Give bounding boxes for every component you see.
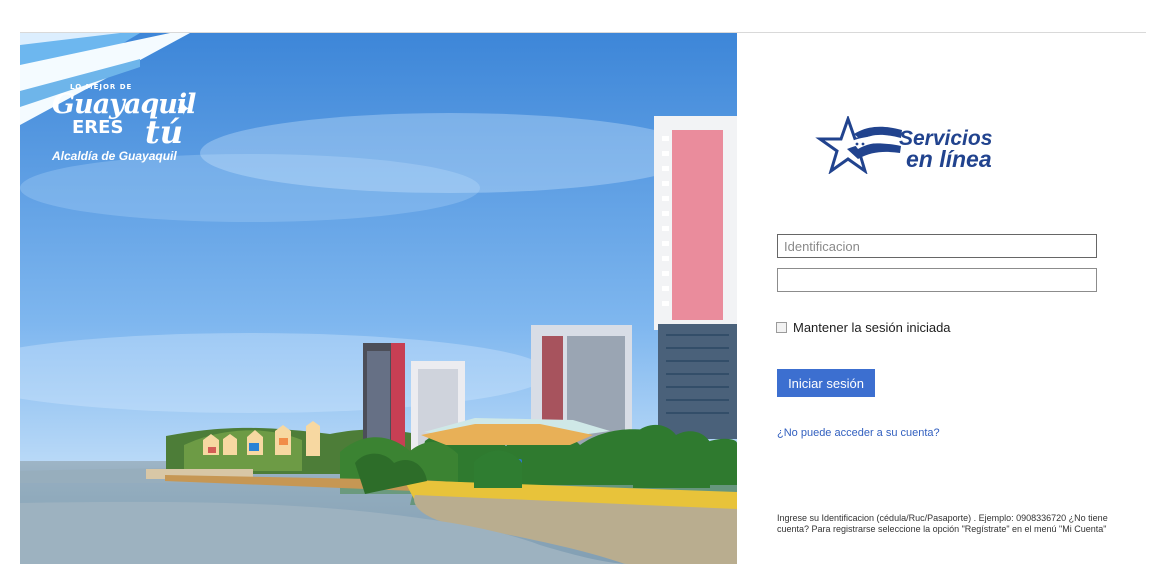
identification-input[interactable] — [777, 234, 1097, 258]
sign-in-button[interactable]: Iniciar sesión — [777, 369, 875, 397]
login-panel — [737, 33, 1146, 564]
city-hero-image: LO MEJOR DE Guayaquil ERES tú ✦ Alcaldía… — [20, 33, 737, 564]
forgot-account-link[interactable]: ¿No puede acceder a su cuenta? — [777, 427, 940, 439]
remember-session-row[interactable]: Mantener la sesión iniciada — [776, 320, 951, 335]
services-online-logo: Servicios en línea — [815, 116, 1015, 176]
password-input[interactable] — [777, 268, 1097, 292]
star-flag-icon — [815, 116, 902, 174]
spark-icon: ✦ — [176, 99, 192, 120]
remember-label: Mantener la sesión iniciada — [793, 320, 951, 335]
logo-line-2: en línea — [906, 146, 992, 172]
login-help-text: Ingrese su Identificacion (cédula/Ruc/Pa… — [777, 513, 1108, 534]
remember-checkbox[interactable] — [776, 322, 787, 333]
alcaldia-brand: LO MEJOR DE Guayaquil ERES tú ✦ Alcaldía… — [52, 83, 202, 163]
brand-city: Alcaldía de Guayaquil — [52, 149, 177, 163]
